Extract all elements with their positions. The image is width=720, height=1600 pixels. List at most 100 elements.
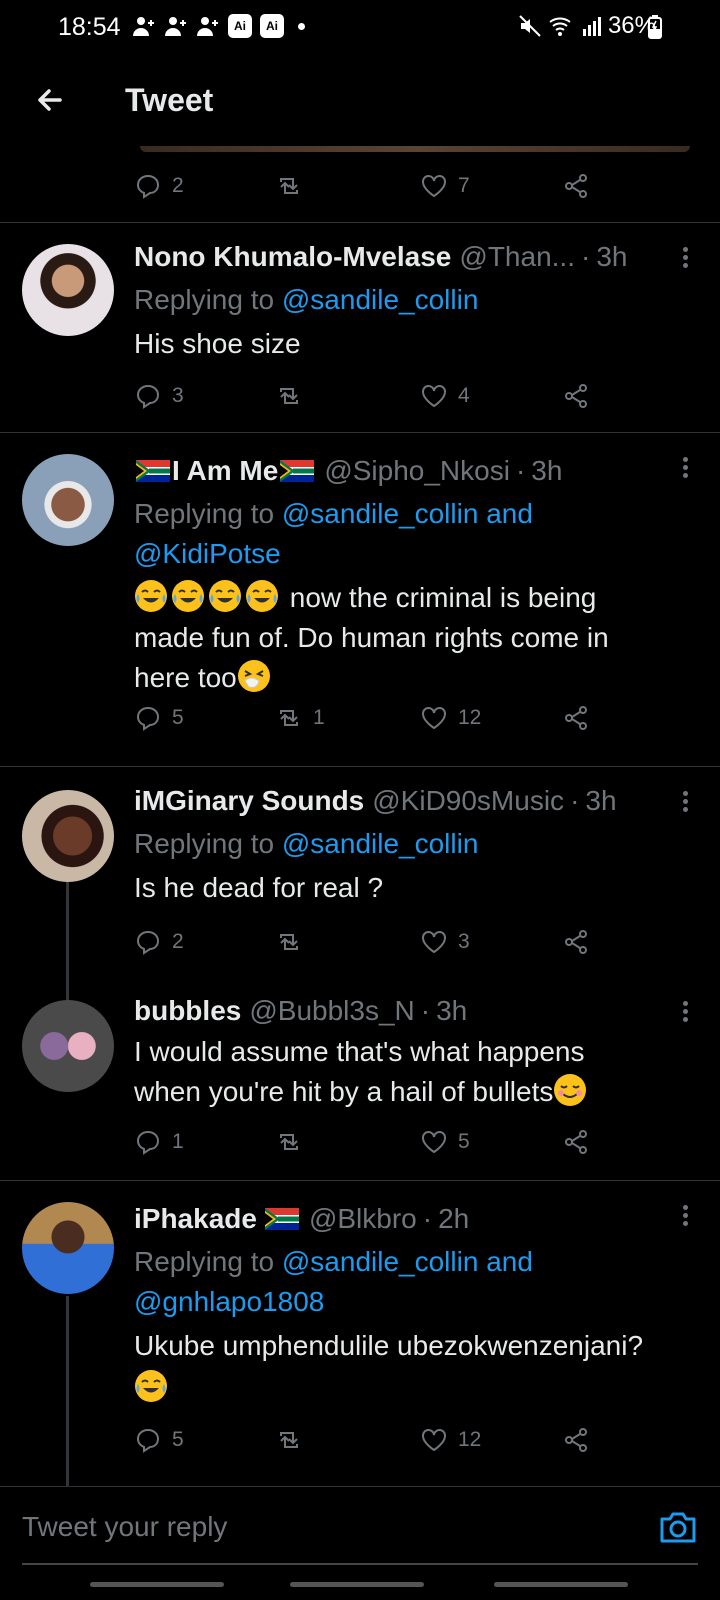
reply-icon (136, 706, 160, 731)
display-name[interactable]: I Am Me (172, 455, 278, 487)
avatar[interactable] (22, 1202, 114, 1294)
mention-link[interactable]: @sandile_collin and (282, 1246, 533, 1277)
tweet-text-line: when you're hit by a hail of bullets (134, 1072, 590, 1112)
share-icon (565, 1130, 587, 1154)
retweet-button[interactable] (275, 924, 313, 960)
like-button[interactable]: 5 (420, 1124, 470, 1160)
tears-of-joy-emoji-icon (135, 1370, 167, 1402)
retweet-icon (280, 934, 298, 950)
person-add-icon (165, 17, 186, 36)
tweet-actions: 2 3 (132, 924, 612, 960)
heart-icon (422, 1131, 446, 1154)
avatar[interactable] (22, 244, 114, 336)
retweet-button[interactable] (275, 1124, 313, 1160)
smiling-face-emoji-icon (554, 1074, 587, 1106)
mention-link[interactable]: @KidiPotse (134, 534, 281, 574)
retweet-button[interactable]: 1 (275, 700, 325, 736)
divider (0, 222, 720, 223)
like-button[interactable]: 7 (420, 168, 470, 204)
separator-dot: · (515, 455, 526, 486)
reply-button[interactable]: 3 (134, 378, 184, 414)
retweet-icon (280, 388, 298, 404)
tweet-text-line: here too (134, 658, 274, 698)
replying-to: Replying to @sandile_collin and (134, 1246, 533, 1277)
display-name[interactable]: iPhakade (134, 1203, 257, 1235)
reply-composer: Tweet your reply (0, 1486, 720, 1564)
mention-link[interactable]: @sandile_collin (282, 284, 479, 315)
retweet-button[interactable] (275, 378, 313, 414)
more-options-icon[interactable] (680, 244, 690, 274)
person-add-icon (197, 17, 218, 36)
separator-dot: · (580, 241, 591, 272)
retweet-icon (280, 1432, 298, 1448)
share-button[interactable] (562, 1422, 590, 1458)
mute-icon (519, 15, 541, 37)
like-count: 5 (458, 1130, 470, 1153)
like-button[interactable]: 3 (420, 924, 470, 960)
share-button[interactable] (562, 378, 590, 414)
reply-button[interactable]: 5 (134, 700, 184, 736)
mention-link[interactable]: @gnhlapo1808 (134, 1282, 324, 1322)
avatar[interactable] (22, 454, 114, 546)
tears-of-joy-emoji-icon (172, 580, 204, 612)
retweet-button[interactable] (275, 168, 313, 204)
more-options-icon[interactable] (680, 788, 690, 818)
heart-icon (422, 1429, 446, 1452)
share-button[interactable] (562, 700, 590, 736)
tweet-header: Nono Khumalo-Mvelase @Than... · 3h (134, 238, 627, 276)
more-options-icon[interactable] (680, 998, 690, 1028)
sneezing-face-emoji-icon (237, 660, 270, 692)
display-name[interactable]: Nono Khumalo-Mvelase (134, 241, 451, 273)
retweet-icon (280, 710, 298, 726)
avatar[interactable] (22, 790, 114, 882)
reply-button[interactable]: 2 (134, 924, 184, 960)
arrow-left-icon[interactable] (30, 80, 70, 120)
signal-icon (582, 17, 601, 36)
retweet-button[interactable] (275, 1422, 313, 1458)
replying-to: Replying to @sandile_collin and (134, 498, 533, 529)
south-africa-flag-icon (136, 460, 170, 482)
share-icon (565, 930, 587, 954)
tweet-text-line: Ukube umphendulile ubezokwenzenjani? (134, 1330, 644, 1361)
like-button[interactable]: 12 (420, 700, 481, 736)
reply-count: 2 (172, 930, 184, 953)
reply-icon (136, 384, 160, 409)
reply-button[interactable]: 5 (134, 1422, 184, 1458)
reply-button[interactable]: 2 (134, 168, 184, 204)
divider (0, 1180, 720, 1181)
tweet-header: iPhakade @Blkbro · 2h (134, 1200, 469, 1238)
share-icon (565, 174, 587, 198)
tears-of-joy-emoji-icon (135, 580, 167, 612)
avatar[interactable] (22, 1000, 114, 1092)
more-options-icon[interactable] (680, 1202, 690, 1232)
tweet-text: Is he dead for real ? (134, 872, 384, 903)
reply-count: 3 (172, 384, 184, 407)
like-button[interactable]: 4 (420, 378, 470, 414)
reply-button[interactable]: 1 (134, 1124, 184, 1160)
mention-link[interactable]: @sandile_collin (282, 828, 479, 859)
display-name[interactable]: iMGinary Sounds (134, 785, 364, 817)
page-title: Tweet (125, 82, 214, 118)
camera-icon[interactable] (656, 1505, 700, 1549)
like-count: 12 (458, 706, 482, 729)
composer-underline (22, 1563, 698, 1565)
separator-dot: · (420, 995, 431, 1026)
reply-count: 1 (172, 1130, 184, 1153)
share-button[interactable] (562, 924, 590, 960)
status-bar: 18:54 Ai Ai 36% (0, 0, 720, 54)
thread-connector (66, 880, 69, 1002)
more-options-icon[interactable] (680, 454, 690, 484)
share-button[interactable] (562, 168, 590, 204)
retweet-icon (280, 1134, 298, 1150)
reply-input[interactable]: Tweet your reply (22, 1511, 227, 1543)
user-handle: @Sipho_Nkosi (324, 455, 510, 486)
mention-link[interactable]: @sandile_collin and (282, 498, 533, 529)
tweet-text: His shoe size (134, 328, 301, 359)
reply-icon (136, 1130, 160, 1155)
like-button[interactable]: 12 (420, 1422, 481, 1458)
share-button[interactable] (562, 1124, 590, 1160)
tears-of-joy-emoji-icon (209, 580, 241, 612)
display-name[interactable]: bubbles (134, 995, 241, 1027)
reply-count: 5 (172, 1428, 184, 1451)
retweet-count: 1 (313, 706, 325, 729)
